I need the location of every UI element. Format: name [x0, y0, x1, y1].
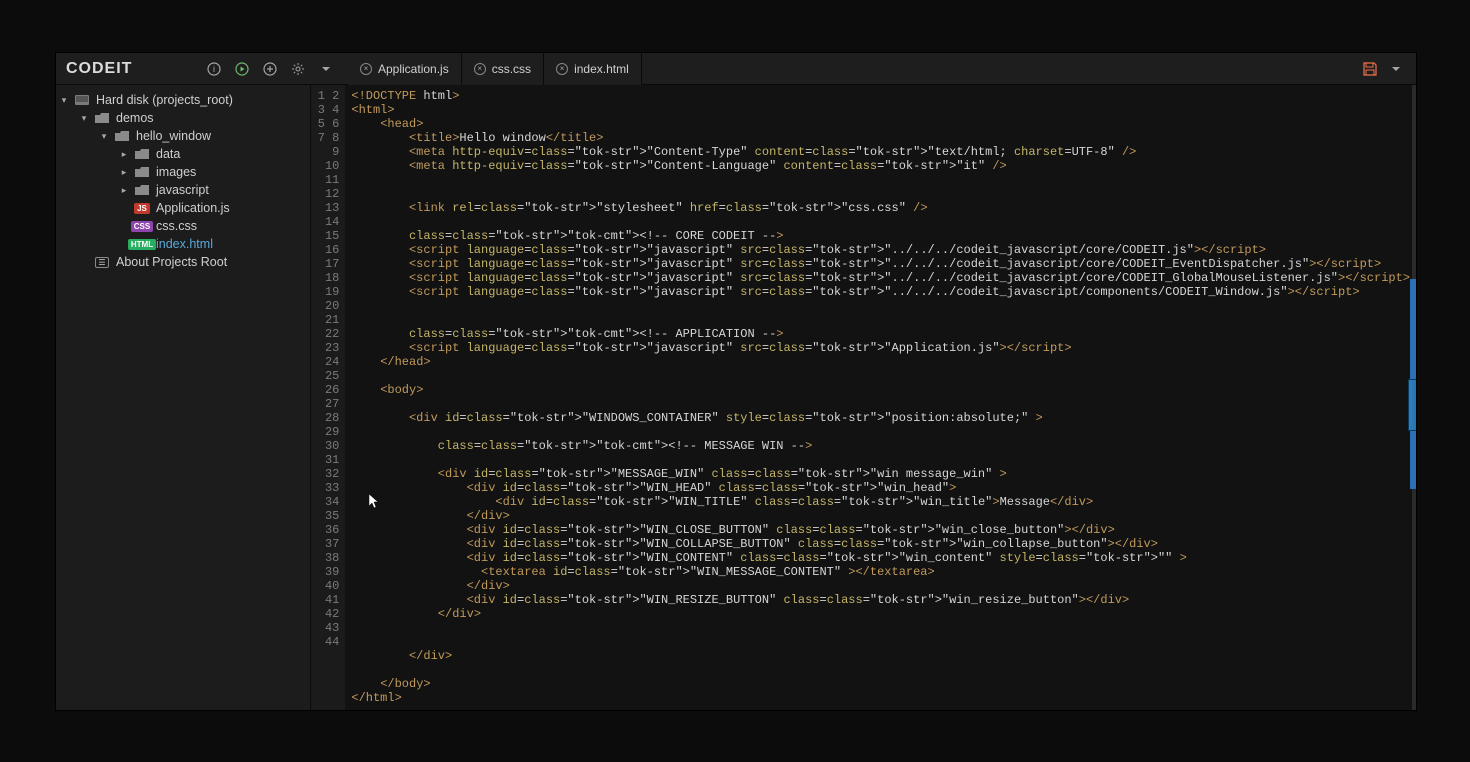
app-logo: CODEIT [56, 60, 156, 78]
toolbar: i [156, 61, 344, 77]
close-icon[interactable]: × [556, 63, 568, 75]
folder-icon [134, 149, 150, 159]
file-tree: ▾ Hard disk (projects_root) ▾ demos ▾ he… [56, 85, 311, 710]
disk-icon [74, 95, 90, 105]
app-window: CODEIT i × Application.js × css.css × in… [55, 52, 1417, 711]
tree-folder-hello-window[interactable]: ▾ hello_window [56, 127, 310, 145]
tab-css-css[interactable]: × css.css [462, 53, 544, 85]
info-icon[interactable]: i [206, 61, 222, 77]
tab-bar: × Application.js × css.css × index.html [348, 53, 642, 85]
tree-file-css-css[interactable]: CSS css.css [56, 217, 310, 235]
tree-folder-images[interactable]: ▸ images [56, 163, 310, 181]
dropdown-icon[interactable] [318, 61, 334, 77]
tree-folder-javascript[interactable]: ▸ javascript [56, 181, 310, 199]
scrollbar-thumb[interactable] [1408, 379, 1416, 431]
tab-application-js[interactable]: × Application.js [348, 53, 462, 85]
close-icon[interactable]: × [474, 63, 486, 75]
tab-label: Application.js [378, 62, 449, 76]
topbar-right [1362, 61, 1416, 77]
html-file-icon: HTML [134, 239, 150, 250]
folder-icon [114, 131, 130, 141]
js-file-icon: JS [134, 203, 150, 214]
tree-label: Hard disk (projects_root) [96, 93, 233, 107]
tree-file-index-html[interactable]: HTML index.html [56, 235, 310, 253]
svg-text:i: i [213, 64, 215, 74]
tree-label: hello_window [136, 129, 211, 143]
body: ▾ Hard disk (projects_root) ▾ demos ▾ he… [56, 85, 1416, 710]
css-file-icon: CSS [134, 221, 150, 232]
topbar: CODEIT i × Application.js × css.css × in… [56, 53, 1416, 85]
tree-label: images [156, 165, 196, 179]
scrollbar-track[interactable] [1412, 85, 1416, 710]
chevron-down-icon: ▾ [60, 95, 68, 106]
tree-label: javascript [156, 183, 209, 197]
tree-root[interactable]: ▾ Hard disk (projects_root) [56, 91, 310, 109]
tree-about[interactable]: ☰ About Projects Root [56, 253, 310, 271]
tree-label: About Projects Root [116, 255, 227, 269]
tree-label: data [156, 147, 180, 161]
tree-folder-demos[interactable]: ▾ demos [56, 109, 310, 127]
tree-file-application-js[interactable]: JS Application.js [56, 199, 310, 217]
code-area[interactable]: <!DOCTYPE html> <html> <head> <title>Hel… [345, 85, 1416, 710]
info-file-icon: ☰ [94, 257, 110, 268]
dropdown-icon[interactable] [1388, 61, 1404, 77]
chevron-down-icon: ▾ [80, 113, 88, 124]
line-gutter: 1 2 3 4 5 6 7 8 9 10 11 12 13 14 15 16 1… [311, 85, 345, 710]
tree-label: index.html [156, 237, 213, 251]
run-icon[interactable] [234, 61, 250, 77]
chevron-down-icon: ▾ [100, 131, 108, 142]
tab-label: index.html [574, 62, 629, 76]
folder-icon [134, 167, 150, 177]
tree-label: demos [116, 111, 154, 125]
close-icon[interactable]: × [360, 63, 372, 75]
tree-label: css.css [156, 219, 197, 233]
folder-icon [134, 185, 150, 195]
tab-label: css.css [492, 62, 531, 76]
editor: 1 2 3 4 5 6 7 8 9 10 11 12 13 14 15 16 1… [311, 85, 1416, 710]
tree-label: Application.js [156, 201, 230, 215]
chevron-right-icon: ▸ [120, 167, 128, 178]
add-icon[interactable] [262, 61, 278, 77]
tree-folder-data[interactable]: ▸ data [56, 145, 310, 163]
gear-icon[interactable] [290, 61, 306, 77]
folder-icon [94, 113, 110, 123]
chevron-right-icon: ▸ [120, 185, 128, 196]
chevron-right-icon: ▸ [120, 149, 128, 160]
save-icon[interactable] [1362, 61, 1378, 77]
tab-index-html[interactable]: × index.html [544, 53, 642, 85]
